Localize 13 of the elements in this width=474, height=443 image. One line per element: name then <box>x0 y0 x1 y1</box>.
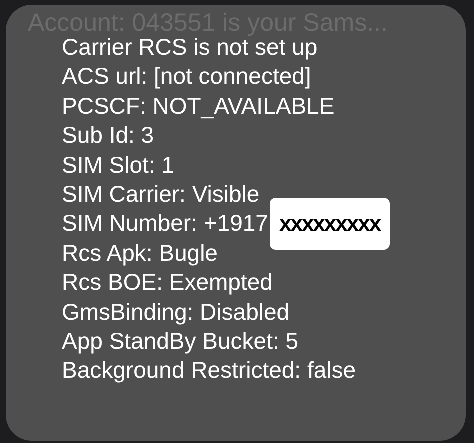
info-text: SIM Number: +1917 <box>62 209 268 238</box>
info-text: PCSCF: NOT_AVAILABLE <box>62 92 335 121</box>
info-text: Sub Id: 3 <box>62 121 154 150</box>
info-text: GmsBinding: Disabled <box>62 298 290 327</box>
info-text: App StandBy Bucket: 5 <box>62 326 299 356</box>
info-text: Carrier RCS is not set up <box>62 34 318 62</box>
info-text: ACS url: [not connected] <box>62 62 312 92</box>
info-text: Rcs BOE: Exempted <box>62 268 273 298</box>
redaction-label: xxxxxxxxx <box>270 198 390 250</box>
info-text: SIM Carrier: Visible <box>62 180 260 209</box>
info-text: SIM Slot: 1 <box>62 150 174 180</box>
info-text: Rcs Apk: Bugle <box>62 238 218 268</box>
info-text: Background Restricted: false <box>62 356 356 386</box>
